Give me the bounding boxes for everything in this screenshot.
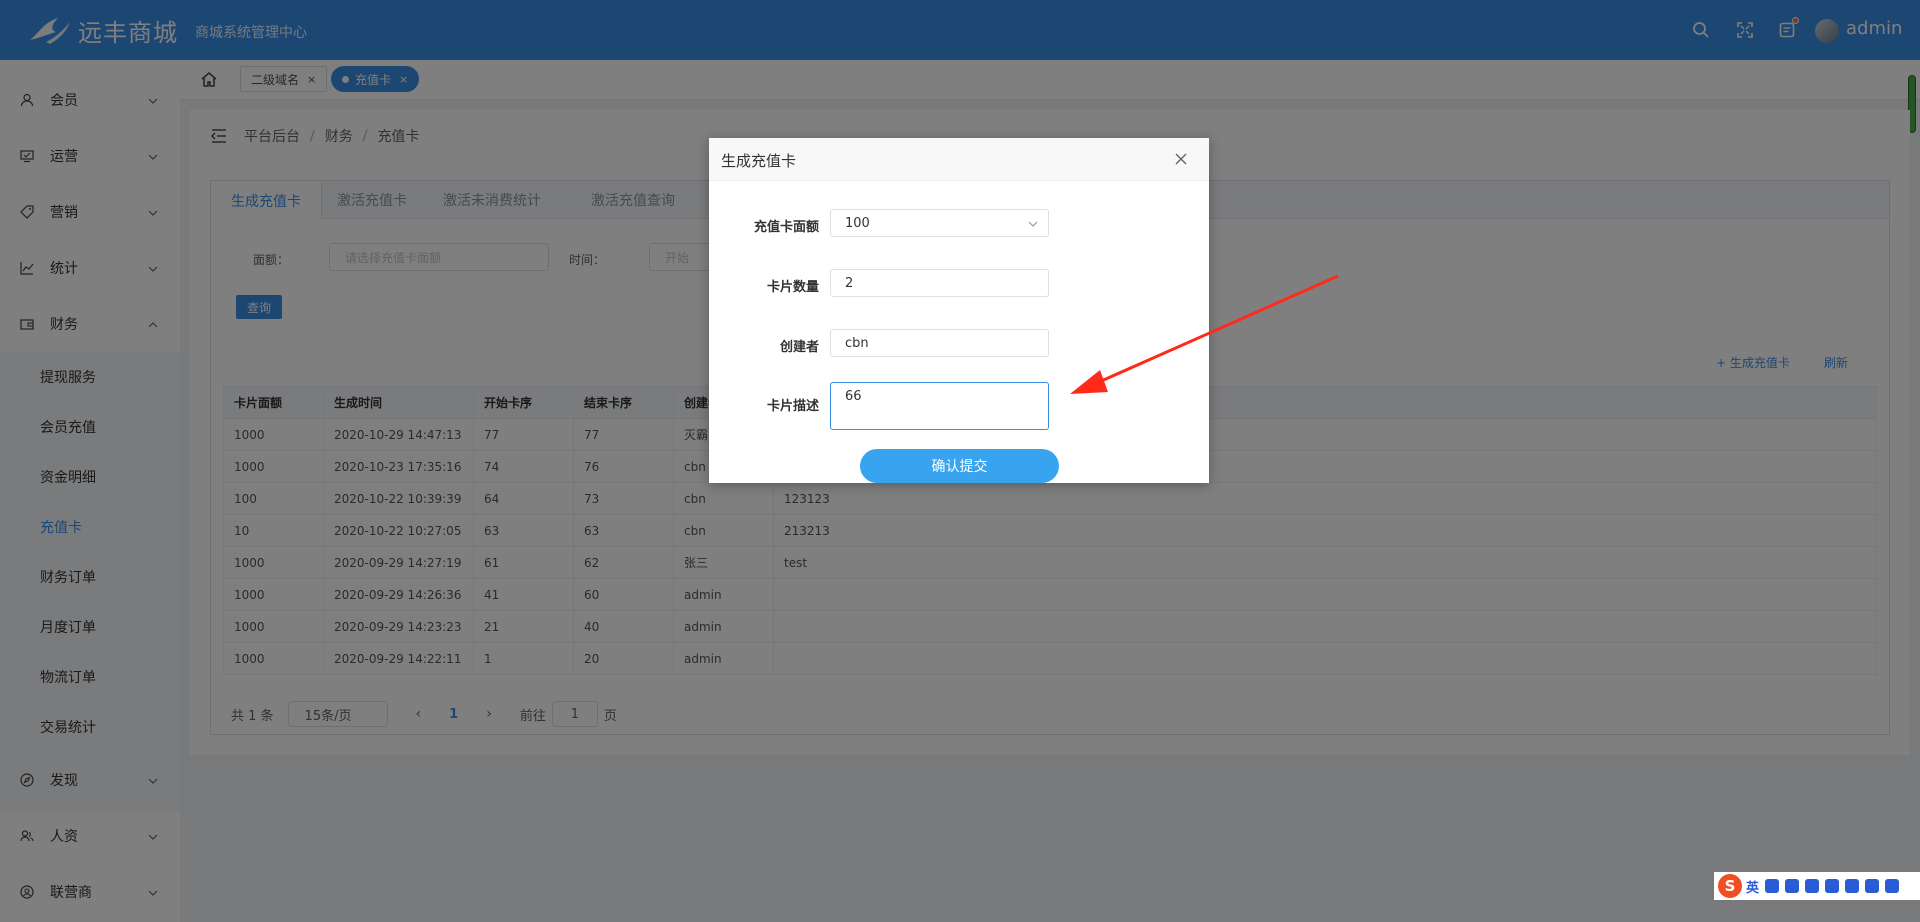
dialog-title: 生成充值卡 (721, 152, 797, 170)
description-label: 卡片描述 (766, 399, 819, 414)
skin-icon[interactable] (1865, 879, 1880, 893)
submit-button[interactable]: 确认提交 (860, 449, 1059, 483)
creator-input[interactable]: cbn (830, 329, 1049, 357)
face-value-select[interactable]: 100 (830, 209, 1049, 237)
close-icon[interactable] (1174, 152, 1188, 166)
punctuation-icon[interactable] (1765, 879, 1780, 893)
face-value-label: 充值卡面额 (753, 220, 819, 235)
chevron-down-icon (1028, 218, 1038, 228)
keyboard-icon[interactable] (1825, 879, 1840, 893)
ime-toolbar[interactable]: S 英 (1714, 872, 1920, 900)
creator-label: 创建者 (779, 340, 819, 355)
user-icon[interactable] (1845, 879, 1860, 893)
emoji-icon[interactable] (1785, 879, 1800, 893)
grid-icon[interactable] (1885, 879, 1900, 893)
ime-logo-icon: S (1718, 874, 1742, 898)
card-count-label: 卡片数量 (766, 280, 819, 295)
dialog-header: 生成充值卡 (709, 138, 1209, 181)
card-count-input[interactable]: 2 (830, 269, 1049, 297)
face-value-row: 充值卡面额 100 (709, 209, 1209, 239)
description-textarea[interactable]: 66 (830, 382, 1049, 430)
annotation-arrow (1070, 274, 1339, 394)
ime-language[interactable]: 英 (1746, 877, 1759, 896)
microphone-icon[interactable] (1805, 879, 1820, 893)
